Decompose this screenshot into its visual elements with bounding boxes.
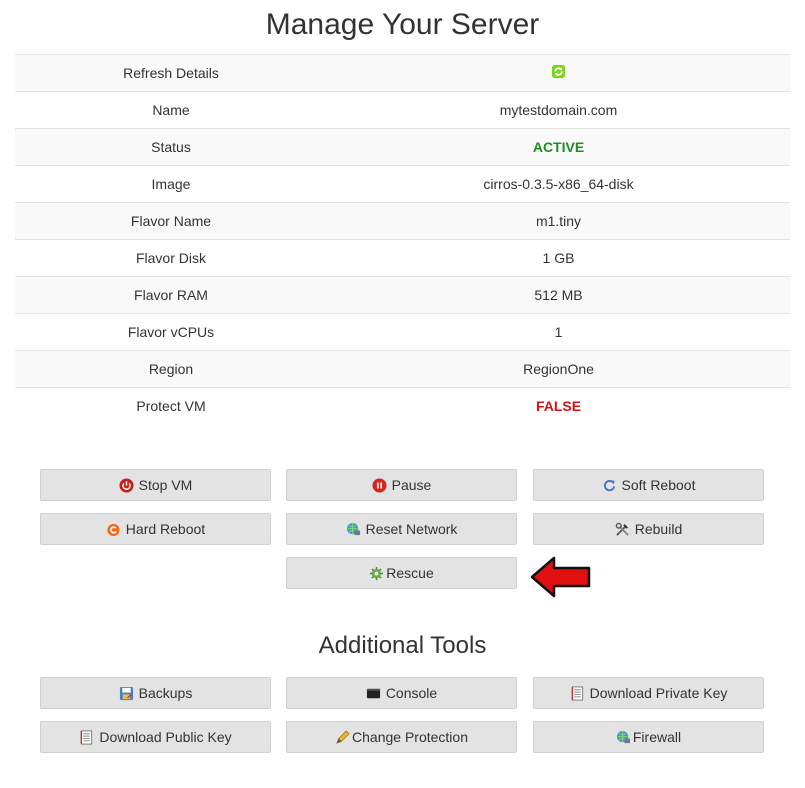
rebuild-label: Rebuild xyxy=(634,521,683,537)
soft-reboot-icon xyxy=(602,478,617,493)
change-protection-button[interactable]: Change Protection xyxy=(286,721,517,753)
stop-vm-label: Stop VM xyxy=(138,477,193,493)
pause-icon xyxy=(372,477,387,493)
pencil-icon xyxy=(335,729,350,745)
pause-button[interactable]: Pause xyxy=(286,469,517,501)
detail-key: Region xyxy=(15,350,327,388)
detail-value: 1 GB xyxy=(327,239,790,277)
table-row: Region RegionOne xyxy=(15,350,790,388)
pause-label: Pause xyxy=(391,477,432,493)
table-row: Status ACTIVE xyxy=(15,128,790,166)
rescue-icon xyxy=(369,566,384,581)
detail-key: Flavor Name xyxy=(15,202,327,240)
download-private-key-button[interactable]: Download Private Key xyxy=(533,677,764,709)
change-protection-label: Change Protection xyxy=(352,729,468,745)
download-public-key-label: Download Public Key xyxy=(99,729,232,745)
additional-tools-title: Additional Tools xyxy=(318,632,487,659)
firewall-button[interactable]: Firewall xyxy=(533,721,764,753)
hard-reboot-icon xyxy=(106,522,121,537)
firewall-label: Firewall xyxy=(632,729,682,745)
annotation-arrow-icon xyxy=(530,556,591,598)
reset-network-button[interactable]: Reset Network xyxy=(286,513,517,545)
power-icon xyxy=(119,477,134,493)
backup-icon xyxy=(119,686,134,701)
rescue-button[interactable]: Rescue xyxy=(286,557,517,589)
table-row: Flavor Disk 1 GB xyxy=(15,239,790,277)
detail-key: Status xyxy=(15,128,327,166)
console-button[interactable]: Console xyxy=(286,677,517,709)
detail-key: Flavor RAM xyxy=(15,276,327,314)
console-icon xyxy=(366,686,381,701)
tools-icon xyxy=(615,522,630,537)
console-label: Console xyxy=(385,685,438,701)
detail-key: Name xyxy=(15,91,327,129)
rescue-label: Rescue xyxy=(386,565,434,581)
refresh-cell xyxy=(327,54,790,92)
hard-reboot-label: Hard Reboot xyxy=(125,521,206,537)
table-row: Refresh Details xyxy=(15,54,790,92)
detail-value: RegionOne xyxy=(327,350,790,388)
network-icon xyxy=(346,522,361,537)
detail-key: Flavor vCPUs xyxy=(15,313,327,351)
document-icon xyxy=(570,685,585,701)
detail-value: cirros-0.3.5-x86_64-disk xyxy=(327,165,790,203)
download-public-key-button[interactable]: Download Public Key xyxy=(40,721,271,753)
soft-reboot-label: Soft Reboot xyxy=(621,477,696,493)
detail-key: Refresh Details xyxy=(15,54,327,92)
detail-value: m1.tiny xyxy=(327,202,790,240)
document-icon xyxy=(79,729,94,745)
detail-key: Protect VM xyxy=(15,387,327,424)
table-row: Flavor vCPUs 1 xyxy=(15,313,790,351)
rebuild-button[interactable]: Rebuild xyxy=(533,513,764,545)
table-row: Name mytestdomain.com xyxy=(15,91,790,129)
server-details-table: Refresh Details Name mytestdomain.com St… xyxy=(15,54,790,424)
table-row: Protect VM FALSE xyxy=(15,387,790,424)
soft-reboot-button[interactable]: Soft Reboot xyxy=(533,469,764,501)
status-value: ACTIVE xyxy=(327,128,790,166)
reset-network-label: Reset Network xyxy=(365,521,458,537)
download-private-key-label: Download Private Key xyxy=(589,685,728,701)
protect-vm-value: FALSE xyxy=(327,387,790,424)
detail-value: 1 xyxy=(327,313,790,351)
detail-key: Image xyxy=(15,165,327,203)
globe-firewall-icon xyxy=(616,730,631,745)
backups-label: Backups xyxy=(138,685,193,701)
table-row: Flavor RAM 512 MB xyxy=(15,276,790,314)
refresh-icon[interactable] xyxy=(551,64,567,80)
stop-vm-button[interactable]: Stop VM xyxy=(40,469,271,501)
detail-value: mytestdomain.com xyxy=(327,91,790,129)
detail-key: Flavor Disk xyxy=(15,239,327,277)
detail-value: 512 MB xyxy=(327,276,790,314)
hard-reboot-button[interactable]: Hard Reboot xyxy=(40,513,271,545)
table-row: Flavor Name m1.tiny xyxy=(15,202,790,240)
backups-button[interactable]: Backups xyxy=(40,677,271,709)
page-title: Manage Your Server xyxy=(265,8,540,41)
table-row: Image cirros-0.3.5-x86_64-disk xyxy=(15,165,790,203)
